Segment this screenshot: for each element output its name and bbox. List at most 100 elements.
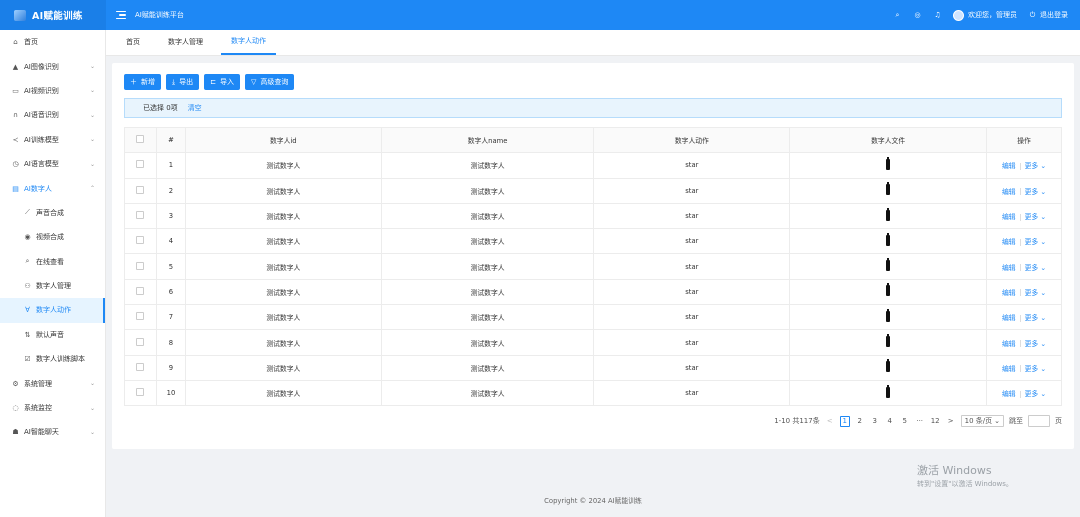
row-checkbox[interactable]	[136, 312, 145, 321]
sidebar-item-1[interactable]: ▲ AI图像识别 ⌄	[0, 54, 105, 78]
sidebar-item-2-icon: ▭	[12, 86, 19, 95]
export-button[interactable]: ⤓ 导出	[166, 74, 200, 90]
sidebar-item-4[interactable]: ≺ AI训练模型 ⌄	[0, 128, 105, 152]
menu-toggle-icon[interactable]	[116, 11, 126, 19]
file-icon[interactable]	[886, 258, 891, 272]
row-select-cell	[124, 304, 157, 331]
select-all-checkbox[interactable]	[136, 135, 145, 144]
row-checkbox[interactable]	[136, 211, 145, 220]
file-icon[interactable]	[886, 182, 891, 196]
user-menu[interactable]: 欢迎您，管理员	[953, 9, 1017, 21]
edit-link[interactable]: 编辑	[1002, 314, 1016, 322]
edit-link[interactable]: 编辑	[1002, 238, 1016, 246]
page-ellipsis[interactable]: ···	[915, 416, 925, 427]
row-id: 测试数字人	[184, 202, 382, 230]
sidebar-subitem-4[interactable]: ∀ 数字人动作	[0, 298, 105, 323]
more-dropdown[interactable]: 更多 ⌄	[1025, 213, 1046, 221]
tab-home[interactable]: 首页	[116, 29, 150, 55]
prev-page-button[interactable]: <	[825, 416, 835, 427]
edit-link[interactable]: 编辑	[1002, 213, 1016, 221]
row-checkbox[interactable]	[136, 388, 145, 397]
row-checkbox[interactable]	[136, 160, 145, 169]
edit-link[interactable]: 编辑	[1002, 264, 1016, 272]
sidebar-item-bottom-0[interactable]: ⚙ 系统管理 ⌄	[0, 371, 105, 395]
more-dropdown[interactable]: 更多 ⌄	[1025, 289, 1046, 297]
page-size-select[interactable]: 10 条/页 ⌄	[960, 415, 1004, 427]
more-dropdown[interactable]: 更多 ⌄	[1025, 264, 1046, 272]
add-button[interactable]: ＋新增	[124, 74, 161, 90]
edit-link[interactable]: 编辑	[1002, 289, 1016, 297]
sidebar-subitem-5[interactable]: ⇅ 默认声音	[0, 323, 105, 347]
file-icon[interactable]	[886, 359, 891, 373]
sidebar-subitem-1-label: 视频合成	[36, 233, 64, 242]
edit-link[interactable]: 编辑	[1002, 188, 1016, 196]
row-operations: 编辑 更多 ⌄	[986, 278, 1062, 306]
app-logo[interactable]: AI赋能训练	[0, 0, 106, 30]
file-icon[interactable]	[886, 207, 891, 221]
goto-page-input[interactable]	[1028, 415, 1050, 427]
row-checkbox[interactable]	[136, 286, 145, 295]
sidebar-item-3[interactable]: ∩ AI语音识别 ⌄	[0, 103, 105, 127]
sidebar-subitem-0-label: 声音合成	[36, 208, 64, 217]
edit-link[interactable]: 编辑	[1002, 390, 1016, 398]
sidebar-item-6[interactable]: ▤ AI数字人 ⌃	[0, 176, 105, 200]
page-5[interactable]: 5	[900, 416, 910, 427]
file-icon[interactable]	[886, 156, 891, 170]
row-checkbox[interactable]	[136, 362, 145, 371]
sidebar-item-0[interactable]: ⌂ 首页	[0, 30, 105, 54]
sidebar-item-bottom-2[interactable]: ☗ AI智能聊天 ⌄	[0, 420, 105, 444]
more-dropdown[interactable]: 更多 ⌄	[1025, 162, 1046, 170]
clear-selection-link[interactable]: 清空	[188, 103, 202, 113]
help-icon[interactable]: ◎	[913, 11, 922, 20]
tab-digital-human-action[interactable]: 数字人动作	[221, 29, 276, 55]
edit-link[interactable]: 编辑	[1002, 365, 1016, 373]
more-dropdown[interactable]: 更多 ⌄	[1025, 340, 1046, 348]
row-checkbox[interactable]	[136, 236, 145, 245]
row-checkbox[interactable]	[136, 185, 145, 194]
row-name: 测试数字人	[380, 228, 595, 255]
edit-link[interactable]: 编辑	[1002, 340, 1016, 348]
row-action: star	[593, 253, 791, 280]
file-icon[interactable]	[886, 308, 891, 322]
sidebar-subitem-2[interactable]: ⌕ 在线查看	[0, 250, 105, 274]
chevron-icon: ⌄	[89, 87, 95, 95]
more-dropdown[interactable]: 更多 ⌄	[1025, 390, 1046, 398]
sidebar-subitem-3[interactable]: ⚇ 数字人管理	[0, 274, 105, 298]
sidebar-subitem-6[interactable]: ☑ 数字人训练脚本	[0, 347, 105, 371]
row-checkbox[interactable]	[136, 261, 145, 270]
bell-icon[interactable]: ♫	[933, 11, 942, 20]
edit-link[interactable]: 编辑	[1002, 162, 1016, 170]
more-dropdown[interactable]: 更多 ⌄	[1025, 314, 1046, 322]
search-icon[interactable]: ⌕	[893, 11, 902, 20]
more-dropdown[interactable]: 更多 ⌄	[1025, 238, 1046, 246]
advanced-query-button[interactable]: ▽ 高级查询	[244, 74, 295, 90]
file-icon[interactable]	[886, 283, 891, 297]
plus-icon: ＋	[130, 78, 137, 86]
page-3[interactable]: 3	[870, 416, 880, 427]
import-button[interactable]: ⊏ 导入	[204, 74, 240, 90]
sidebar-item-2[interactable]: ▭ AI视频识别 ⌄	[0, 79, 105, 103]
footer-copyright: Copyright © 2024 AI赋能训练	[544, 497, 642, 505]
filter-icon: ▽	[250, 78, 257, 86]
chevron-down-icon: ⌄	[1040, 213, 1047, 222]
next-page-button[interactable]: >	[946, 416, 956, 427]
sidebar-item-4-label: AI训练模型	[24, 135, 59, 144]
file-icon[interactable]	[886, 334, 891, 348]
page-4[interactable]: 4	[885, 416, 895, 427]
more-dropdown[interactable]: 更多 ⌄	[1025, 188, 1046, 196]
sidebar-item-bottom-1[interactable]: ◌ 系统监控 ⌄	[0, 396, 105, 420]
sidebar-item-5[interactable]: ◷ AI语言模型 ⌄	[0, 152, 105, 176]
page-2[interactable]: 2	[855, 416, 865, 427]
more-dropdown[interactable]: 更多 ⌄	[1025, 365, 1046, 373]
chevron-down-icon: ⌄	[1040, 288, 1047, 297]
page-1[interactable]: 1	[839, 415, 850, 427]
file-icon[interactable]	[886, 384, 891, 398]
sidebar-subitem-1[interactable]: ◉ 视频合成	[0, 225, 105, 249]
logout-button[interactable]: ⏻ 退出登录	[1028, 10, 1068, 20]
sidebar-item-0-label: 首页	[24, 38, 38, 47]
sidebar-subitem-0[interactable]: ⟋ 声音合成	[0, 201, 105, 225]
page-12[interactable]: 12	[930, 416, 941, 427]
row-checkbox[interactable]	[136, 337, 145, 346]
tab-digital-human-management[interactable]: 数字人管理	[158, 29, 213, 55]
file-icon[interactable]	[886, 232, 891, 246]
